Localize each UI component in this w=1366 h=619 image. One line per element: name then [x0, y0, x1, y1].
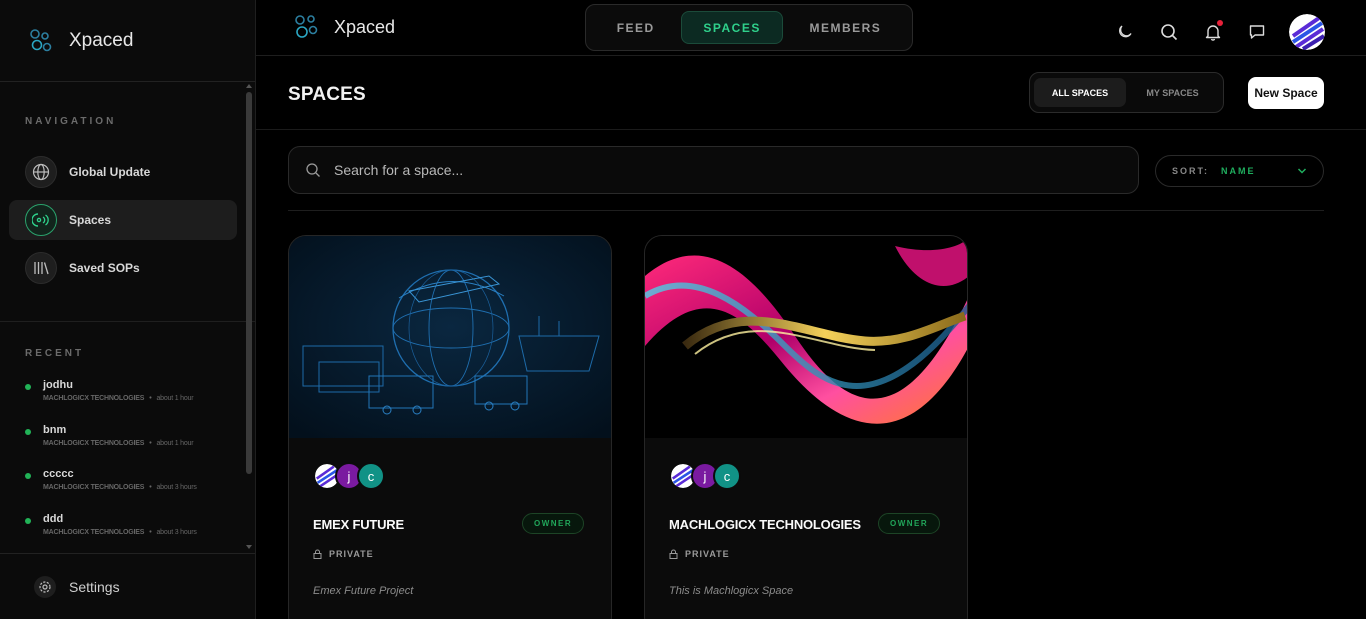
scroll-up-arrow[interactable]: [246, 84, 252, 88]
navigation-section-label: NAVIGATION: [25, 116, 117, 127]
user-avatar[interactable]: [1289, 14, 1325, 50]
space-cover-image: [289, 236, 611, 438]
globe-icon: [25, 156, 57, 188]
recent-item-name: bnm: [43, 424, 67, 436]
page-title: SPACES: [288, 84, 366, 105]
recent-item-meta: MACHLOGICX TECHNOLOGIES • about 3 hours: [43, 529, 197, 536]
content-divider: [288, 210, 1324, 211]
recent-item-name: ccccc: [43, 468, 74, 480]
recent-item-name: jodhu: [43, 379, 73, 391]
sidebar-scrollbar[interactable]: [246, 92, 252, 474]
topbar-app-name: Xpaced: [334, 16, 396, 37]
space-description: Emex Future Project: [313, 585, 414, 597]
sidebar-item-label: Global Update: [69, 165, 151, 179]
settings-label: Settings: [69, 578, 120, 595]
privacy-label: PRIVATE: [685, 549, 730, 559]
search-icon: [306, 163, 320, 177]
lock-icon: [669, 549, 678, 559]
settings-button[interactable]: Settings: [0, 553, 255, 619]
main-tabs: FEED SPACES MEMBERS: [585, 4, 913, 51]
sort-dropdown[interactable]: SORT: NAME: [1155, 155, 1324, 187]
sidebar-item-label: Saved SOPs: [69, 261, 140, 275]
topbar-brand[interactable]: Xpaced: [293, 13, 395, 41]
recent-item-meta: MACHLOGICX TECHNOLOGIES • about 1 hour: [43, 440, 194, 447]
topbar-actions: [1113, 14, 1325, 50]
sidebar: Xpaced NAVIGATION Global Update Spaces S…: [0, 0, 256, 619]
recent-item-time: about 3 hours: [156, 529, 197, 536]
recent-section-label: RECENT: [25, 348, 85, 359]
search-input[interactable]: [334, 162, 1034, 178]
messages-button[interactable]: [1245, 18, 1269, 46]
theme-toggle-button[interactable]: [1113, 18, 1137, 46]
sidebar-item-global-update[interactable]: Global Update: [9, 152, 237, 192]
recent-item-org: MACHLOGICX TECHNOLOGIES: [43, 440, 145, 447]
lock-icon: [313, 549, 322, 559]
recent-item-org: MACHLOGICX TECHNOLOGIES: [43, 395, 145, 402]
sidebar-item-label: Spaces: [69, 213, 112, 227]
library-icon: [25, 252, 57, 284]
recent-item-time: about 1 hour: [156, 440, 194, 447]
gear-icon: [34, 575, 56, 598]
space-privacy: PRIVATE: [313, 549, 374, 559]
recent-item-org: MACHLOGICX TECHNOLOGIES: [43, 484, 145, 491]
tab-spaces[interactable]: SPACES: [681, 11, 783, 44]
sidebar-scroll-area[interactable]: NAVIGATION Global Update Spaces Saved SO…: [0, 82, 255, 552]
space-card[interactable]: j c EMEX FUTURE OWNER PRIVATE Emex Futur…: [288, 235, 612, 619]
search-bar[interactable]: [288, 146, 1139, 194]
recent-item-time: about 3 hours: [156, 484, 197, 491]
member-avatars: j c: [669, 462, 741, 490]
moon-icon: [1119, 25, 1132, 38]
tab-members[interactable]: MEMBERS: [783, 11, 908, 44]
tab-feed[interactable]: FEED: [590, 11, 681, 44]
space-filter-toggle: ALL SPACES MY SPACES: [1029, 72, 1224, 113]
privacy-label: PRIVATE: [329, 549, 374, 559]
sidebar-app-name: Xpaced: [69, 29, 134, 51]
online-status-dot: [25, 429, 31, 435]
page-header: SPACES ALL SPACES MY SPACES New Space: [256, 57, 1366, 130]
role-badge: OWNER: [878, 513, 941, 534]
member-avatar[interactable]: c: [357, 462, 385, 490]
member-avatar[interactable]: c: [713, 462, 741, 490]
role-badge: OWNER: [522, 513, 585, 534]
top-bar: Xpaced FEED SPACES MEMBERS: [256, 0, 1366, 56]
member-avatars: j c: [313, 462, 385, 490]
sidebar-divider: [0, 321, 255, 322]
filter-my-spaces[interactable]: MY SPACES: [1126, 78, 1219, 107]
space-cover-image: [645, 236, 967, 438]
recent-item-meta: MACHLOGICX TECHNOLOGIES • about 3 hours: [43, 484, 197, 491]
sidebar-item-spaces[interactable]: Spaces: [9, 200, 237, 240]
xpaced-logo-icon: [295, 15, 318, 38]
sidebar-brand[interactable]: Xpaced: [0, 0, 255, 82]
space-title: EMEX FUTURE: [313, 517, 404, 532]
recent-item-meta: MACHLOGICX TECHNOLOGIES • about 1 hour: [43, 395, 194, 402]
chat-icon: [1249, 25, 1265, 39]
space-title: MACHLOGICX TECHNOLOGIES: [669, 517, 861, 532]
sidebar-item-saved-sops[interactable]: Saved SOPs: [9, 248, 237, 288]
online-status-dot: [25, 518, 31, 524]
spaces-icon: [25, 204, 57, 236]
notifications-button[interactable]: [1201, 18, 1225, 46]
search-icon: [1161, 24, 1178, 41]
recent-item-name: ddd: [43, 513, 64, 525]
xpaced-logo-icon: [30, 28, 52, 51]
online-status-dot: [25, 473, 31, 479]
space-privacy: PRIVATE: [669, 549, 730, 559]
sort-label: SORT:: [1172, 166, 1209, 176]
online-status-dot: [25, 384, 31, 390]
scroll-down-arrow[interactable]: [246, 545, 252, 549]
space-description: This is Machlogicx Space: [669, 585, 794, 597]
space-card[interactable]: j c MACHLOGICX TECHNOLOGIES OWNER PRIVAT…: [644, 235, 968, 619]
notification-badge: [1217, 20, 1223, 26]
recent-item-org: MACHLOGICX TECHNOLOGIES: [43, 529, 145, 536]
filter-all-spaces[interactable]: ALL SPACES: [1034, 78, 1127, 107]
new-space-button[interactable]: New Space: [1248, 77, 1324, 109]
search-button[interactable]: [1157, 18, 1181, 46]
sort-value: NAME: [1221, 166, 1256, 176]
recent-item-time: about 1 hour: [156, 395, 194, 402]
chevron-down-icon: [1297, 168, 1307, 174]
